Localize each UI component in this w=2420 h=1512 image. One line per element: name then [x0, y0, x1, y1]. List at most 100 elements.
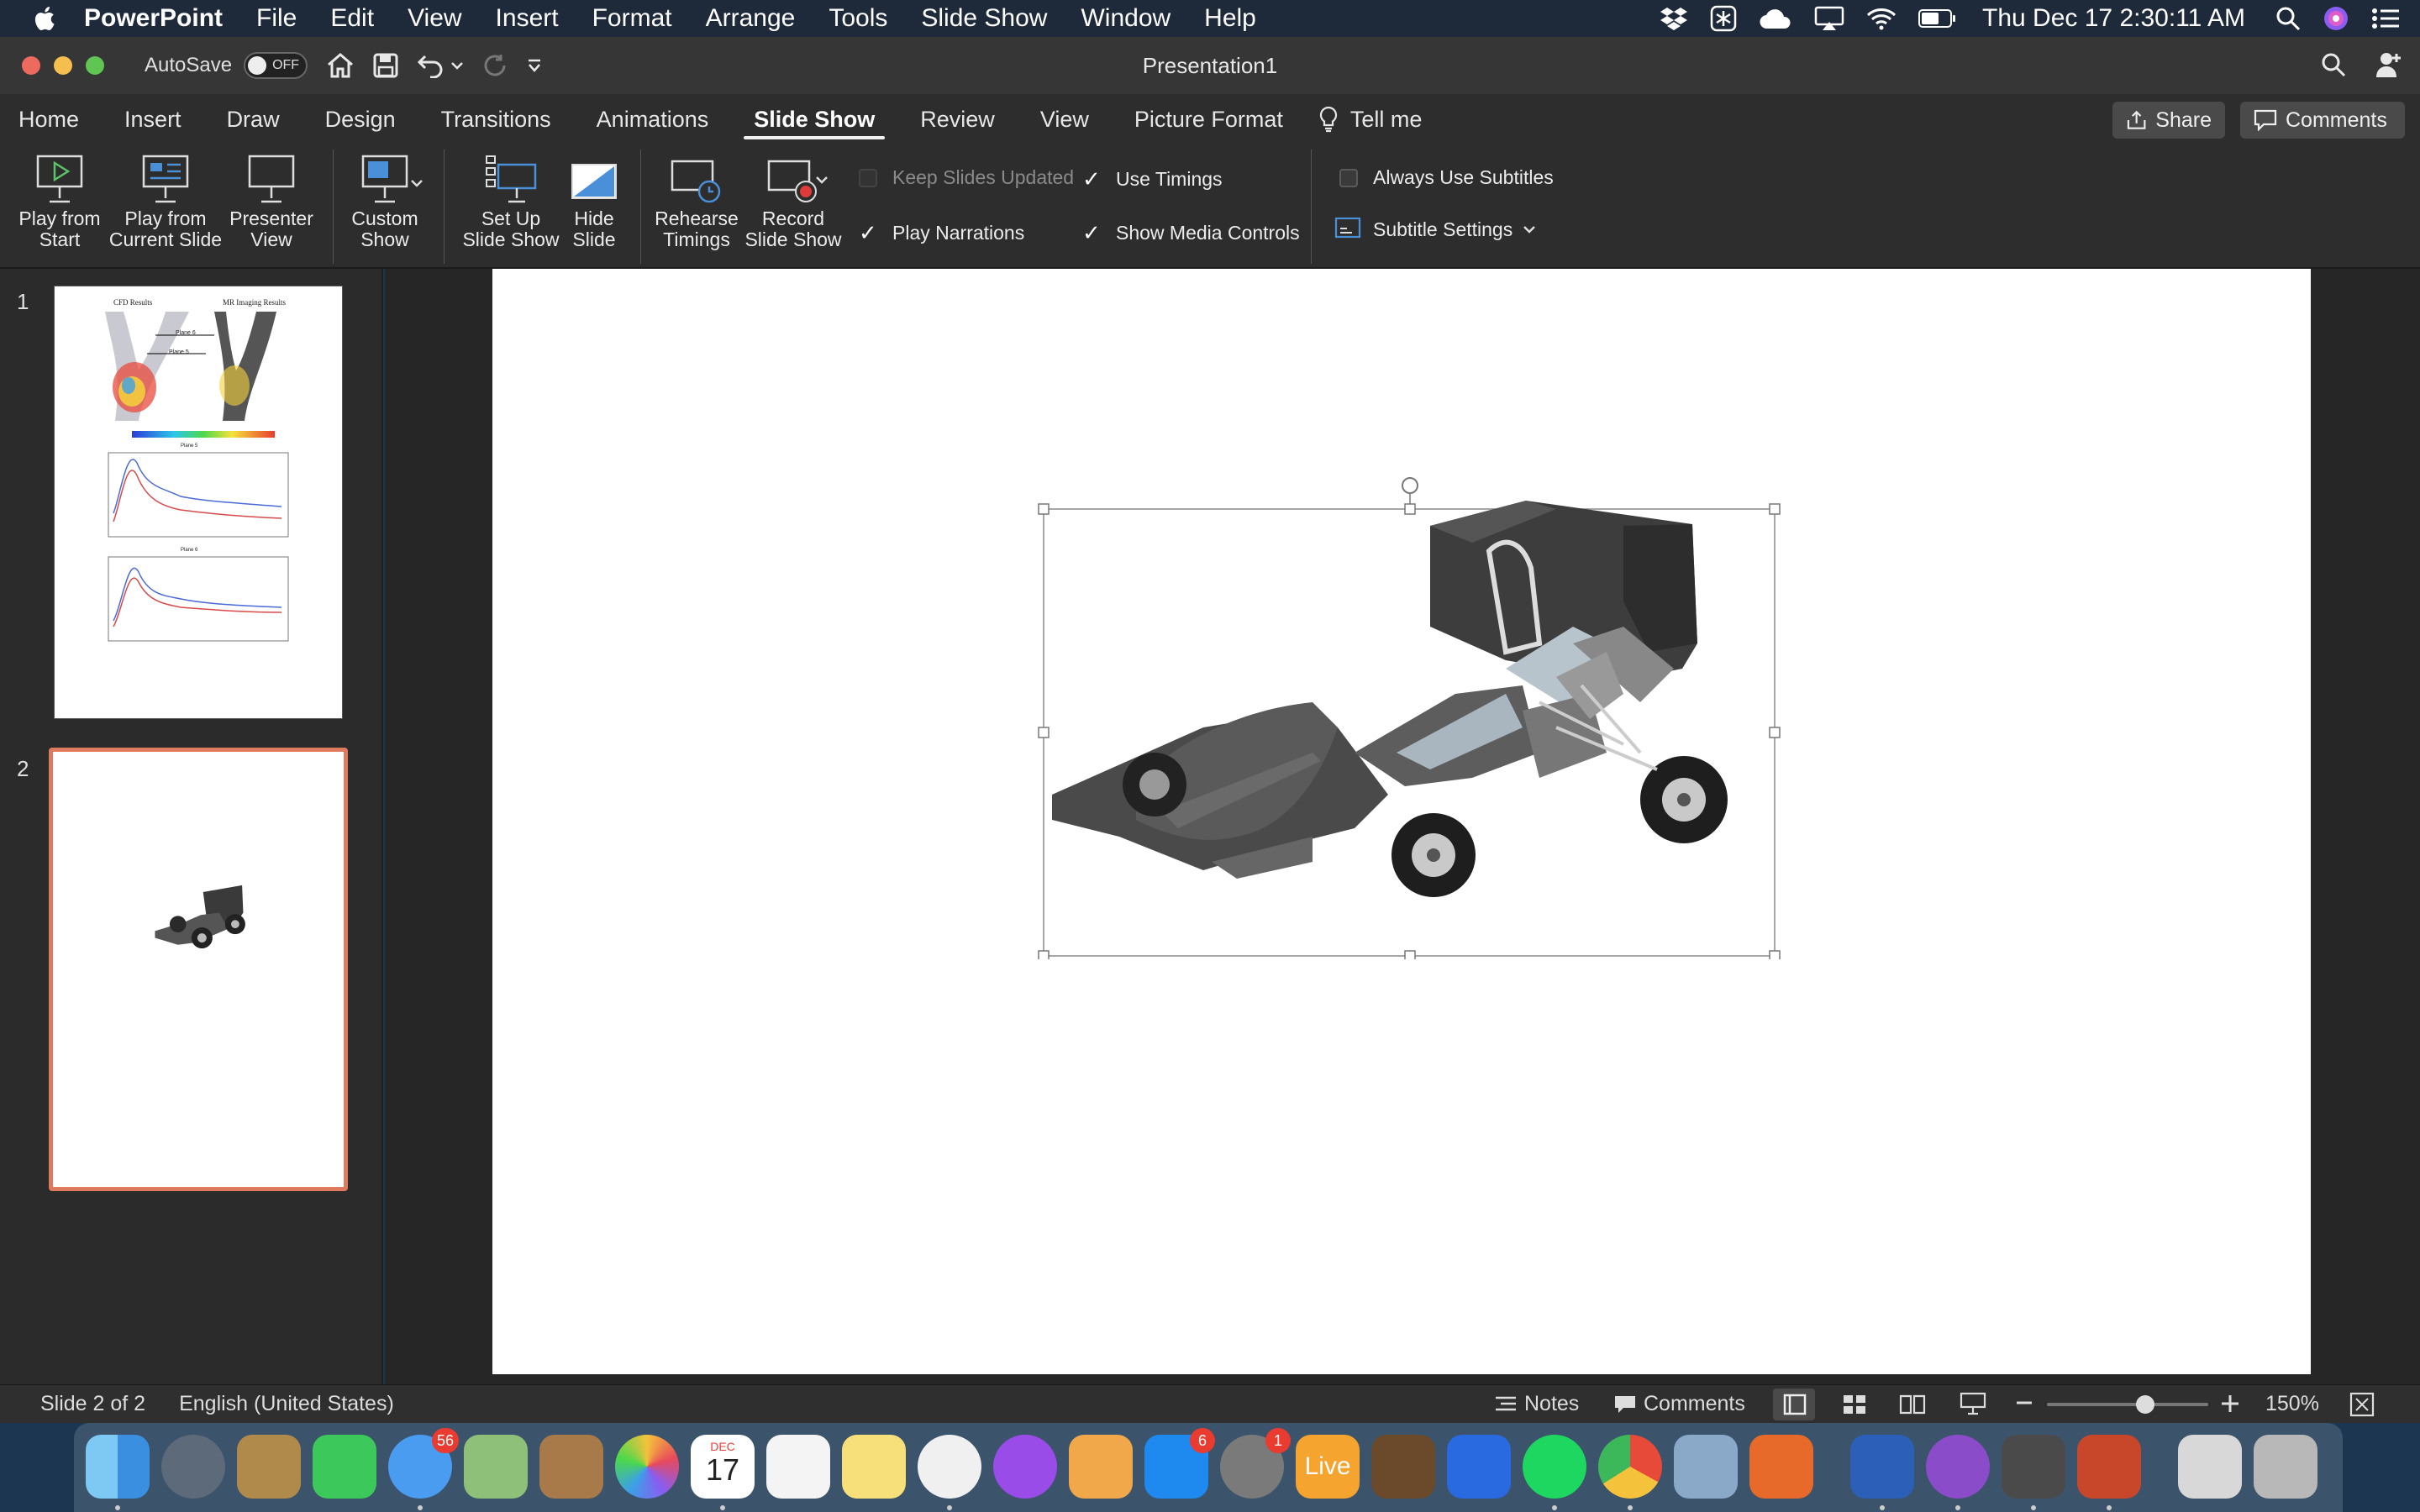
apple-icon[interactable] [30, 3, 60, 34]
rotate-handle-icon[interactable] [1402, 477, 1418, 494]
autosave-toggle[interactable]: OFF [244, 52, 308, 79]
finder-icon[interactable] [86, 1435, 150, 1510]
music-icon[interactable] [918, 1435, 981, 1510]
menu-tools[interactable]: Tools [829, 4, 887, 33]
record-dropdown-icon[interactable] [815, 175, 829, 185]
pages-icon[interactable] [1069, 1435, 1133, 1499]
menu-arrange[interactable]: Arrange [706, 4, 796, 33]
matlab-icon[interactable] [1749, 1435, 1813, 1499]
zoom-percent[interactable]: 150% [2265, 1392, 2319, 1416]
menubar-clock[interactable]: Thu Dec 17 2:30:11 AM [1982, 4, 2245, 33]
language-status[interactable]: English (United States) [179, 1392, 394, 1416]
share-person-icon[interactable] [2375, 50, 2403, 79]
cloud-icon[interactable] [1759, 7, 1792, 30]
contacts-icon[interactable] [539, 1435, 603, 1499]
zoom-out-icon[interactable] [2017, 1400, 2032, 1405]
tab-review[interactable]: Review [902, 94, 1013, 144]
sublime-text-icon[interactable] [2002, 1435, 2065, 1510]
reminders-icon[interactable] [766, 1435, 830, 1499]
notes-app-icon[interactable] [842, 1435, 906, 1499]
normal-view-button[interactable] [1773, 1389, 1815, 1420]
app-store-icon[interactable]: 6 [1144, 1428, 1215, 1499]
tab-slide-show[interactable]: Slide Show [735, 94, 893, 144]
notification-center-icon[interactable] [2371, 7, 2400, 30]
tab-design[interactable]: Design [307, 94, 414, 144]
zoom-window-button[interactable] [86, 56, 104, 75]
zoom-in-icon[interactable] [2222, 1395, 2238, 1412]
set-up-slide-show-button[interactable]: Set Up Slide Show [460, 153, 561, 250]
tell-me-search[interactable]: Tell me [1318, 106, 1422, 133]
tab-animations[interactable]: Animations [578, 94, 728, 144]
github-desktop-icon[interactable] [1926, 1435, 1990, 1510]
slide-thumbnail-2-selected[interactable] [49, 748, 348, 1191]
custom-show-button[interactable]: Custom Show [343, 153, 427, 250]
spotlight-search-icon[interactable] [2275, 6, 2301, 31]
messages-icon[interactable]: 56 [388, 1428, 459, 1510]
tab-transitions[interactable]: Transitions [423, 94, 570, 144]
current-slide-canvas[interactable] [492, 269, 2311, 1374]
trash-icon[interactable] [2254, 1435, 2317, 1499]
siri-icon[interactable] [2323, 5, 2349, 32]
play-from-start-button[interactable]: Play from Start [12, 153, 108, 250]
notes-button[interactable]: Notes [1494, 1392, 1579, 1416]
record-slide-show-button[interactable]: Record Slide Show [741, 153, 845, 250]
tab-view[interactable]: View [1022, 94, 1107, 144]
use-timings-checkbox[interactable]: ✓ Use Timings [1082, 166, 1223, 192]
tab-draw[interactable]: Draw [208, 94, 298, 144]
mail-bird-icon[interactable] [237, 1435, 301, 1499]
rehearse-timings-button[interactable]: Rehearse Timings [652, 153, 741, 250]
custom-show-dropdown-icon[interactable] [410, 178, 424, 188]
battery-icon[interactable] [1918, 8, 1957, 29]
calendar-icon[interactable]: DEC 17 [691, 1435, 755, 1510]
comments-button[interactable]: Comments [2240, 102, 2405, 139]
subtitle-settings-button[interactable]: Subtitle Settings [1334, 217, 1536, 242]
keep-slides-updated-checkbox[interactable]: Keep Slides Updated [859, 166, 1074, 189]
snowflake-app-icon[interactable] [1710, 5, 1737, 32]
menu-window[interactable]: Window [1081, 4, 1171, 33]
wifi-icon[interactable] [1866, 7, 1897, 30]
documents-folder-icon[interactable] [2178, 1435, 2242, 1499]
word-icon[interactable] [1850, 1435, 1914, 1510]
tab-insert[interactable]: Insert [106, 94, 200, 144]
hide-slide-button[interactable]: Hide Slide [563, 153, 625, 250]
zoom-slider-track[interactable] [2047, 1403, 2208, 1406]
play-from-current-slide-button[interactable]: Play from Current Slide [108, 153, 224, 250]
search-icon[interactable] [2321, 52, 2346, 77]
menu-insert[interactable]: Insert [496, 4, 559, 33]
chrome-icon[interactable] [1598, 1435, 1662, 1510]
race-car-picture[interactable] [1035, 475, 1785, 959]
menu-edit[interactable]: Edit [330, 4, 374, 33]
zoom-slider-thumb[interactable] [2135, 1395, 2154, 1414]
slide-sorter-icon[interactable] [1842, 1394, 1867, 1415]
menu-file[interactable]: File [256, 4, 297, 33]
tab-picture-format[interactable]: Picture Format [1116, 94, 1302, 144]
share-button[interactable]: Share [2112, 102, 2225, 139]
podcasts-icon[interactable] [993, 1435, 1057, 1499]
launchpad-icon[interactable] [161, 1435, 225, 1499]
fit-to-window-icon[interactable] [2349, 1392, 2375, 1417]
home-icon[interactable] [326, 52, 355, 79]
garageband-icon[interactable] [1371, 1435, 1435, 1499]
minimize-window-button[interactable] [54, 56, 72, 75]
reading-view-icon[interactable] [1899, 1394, 1926, 1415]
airplay-icon[interactable] [1814, 6, 1844, 31]
redo-icon[interactable] [482, 53, 508, 78]
play-narrations-checkbox[interactable]: ✓ Play Narrations [859, 220, 1024, 246]
menu-view[interactable]: View [408, 4, 461, 33]
system-preferences-icon[interactable]: 1 [1220, 1428, 1291, 1499]
photos-icon[interactable] [615, 1435, 679, 1499]
facetime-icon[interactable] [313, 1435, 376, 1499]
maps-icon[interactable] [464, 1435, 528, 1499]
undo-icon[interactable] [417, 53, 445, 78]
close-window-button[interactable] [22, 56, 40, 75]
slide-show-view-icon[interactable] [1960, 1392, 1986, 1415]
dropbox-icon[interactable] [1660, 6, 1688, 31]
preview-icon[interactable] [1674, 1435, 1738, 1499]
tab-home[interactable]: Home [0, 94, 97, 144]
customize-toolbar-icon[interactable] [526, 57, 543, 74]
menu-format[interactable]: Format [592, 4, 672, 33]
comments-pane-button[interactable]: Comments [1613, 1392, 1745, 1416]
slide-thumbnail-1[interactable]: CFD Results MR Imaging Results Plane 6 P… [54, 286, 343, 719]
menu-help[interactable]: Help [1204, 4, 1256, 33]
ableton-live-icon[interactable]: Live [1296, 1435, 1360, 1499]
